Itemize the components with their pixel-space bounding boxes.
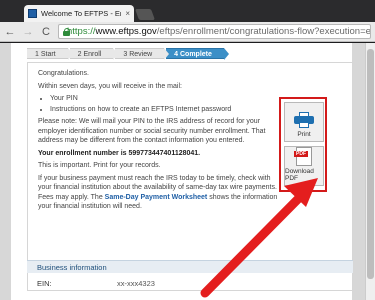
pdf-icon: PDF [294, 147, 312, 166]
page-viewport: 1 Start 2 Enroll 3 Review 4 Complete Con… [0, 43, 375, 300]
list-item: Instructions on how to create an EFTPS I… [50, 105, 278, 115]
actions-highlight: Print PDF Download PDF [279, 97, 327, 192]
close-icon[interactable]: × [125, 9, 130, 18]
list-item: Your PIN [50, 94, 278, 104]
business-info-heading: Business information [27, 260, 353, 273]
step-start: 1 Start [27, 48, 73, 60]
address-bar[interactable]: https://www.eftps.gov/eftps/enrollment/c… [58, 24, 371, 39]
mail-list: Your PIN Instructions on how to create a… [50, 94, 278, 114]
ein-row: EIN: xx-xxx4323 [37, 279, 337, 288]
url-text: https://www.eftps.gov/eftps/enrollment/c… [67, 26, 371, 37]
forward-button[interactable]: → [22, 26, 34, 38]
progress-steps: 1 Start 2 Enroll 3 Review 4 Complete [27, 48, 229, 60]
step-review: 3 Review [115, 48, 169, 60]
confirmation-panel: Congratulations. Within seven days, you … [27, 62, 353, 291]
congrats-text: Congratulations. [38, 70, 89, 77]
note-text: Please note: We will mail your PIN to th… [38, 118, 266, 144]
reload-button[interactable]: C [40, 26, 52, 38]
tab-title: Welcome To EFTPS - Enr [41, 9, 122, 18]
print-label: Print [297, 131, 311, 138]
ein-value: xx-xxx4323 [117, 279, 155, 288]
download-pdf-button[interactable]: PDF Download PDF [284, 146, 324, 186]
browser-titlebar: Welcome To EFTPS - Enr × [0, 0, 375, 22]
step-complete: 4 Complete [166, 48, 229, 60]
eftps-favicon-icon [28, 9, 37, 18]
browser-toolbar: ← → C https://www.eftps.gov/eftps/enroll… [0, 22, 375, 42]
confirmation-text: Congratulations. Within seven days, you … [38, 69, 278, 215]
vertical-scrollbar[interactable] [365, 43, 375, 300]
same-day-worksheet-link[interactable]: Same-Day Payment Worksheet [105, 194, 208, 201]
enrollment-number: Your enrollment number is 59977344740112… [38, 149, 201, 157]
within-text: Within seven days, you will receive in t… [38, 82, 182, 90]
back-button[interactable]: ← [4, 26, 16, 38]
printer-icon [294, 112, 314, 128]
download-pdf-label: Download PDF [285, 168, 314, 182]
print-button[interactable]: Print [284, 102, 324, 142]
ein-label: EIN: [37, 279, 52, 288]
scrollbar-thumb[interactable] [367, 49, 374, 279]
page: 1 Start 2 Enroll 3 Review 4 Complete Con… [11, 43, 353, 300]
step-enroll: 2 Enroll [69, 48, 119, 60]
browser-tab[interactable]: Welcome To EFTPS - Enr × [24, 5, 134, 22]
business-payment-text: If your business payment must reach the … [38, 174, 278, 211]
important-text: This is important. Print for your record… [38, 162, 161, 169]
new-tab-button[interactable] [134, 9, 156, 20]
